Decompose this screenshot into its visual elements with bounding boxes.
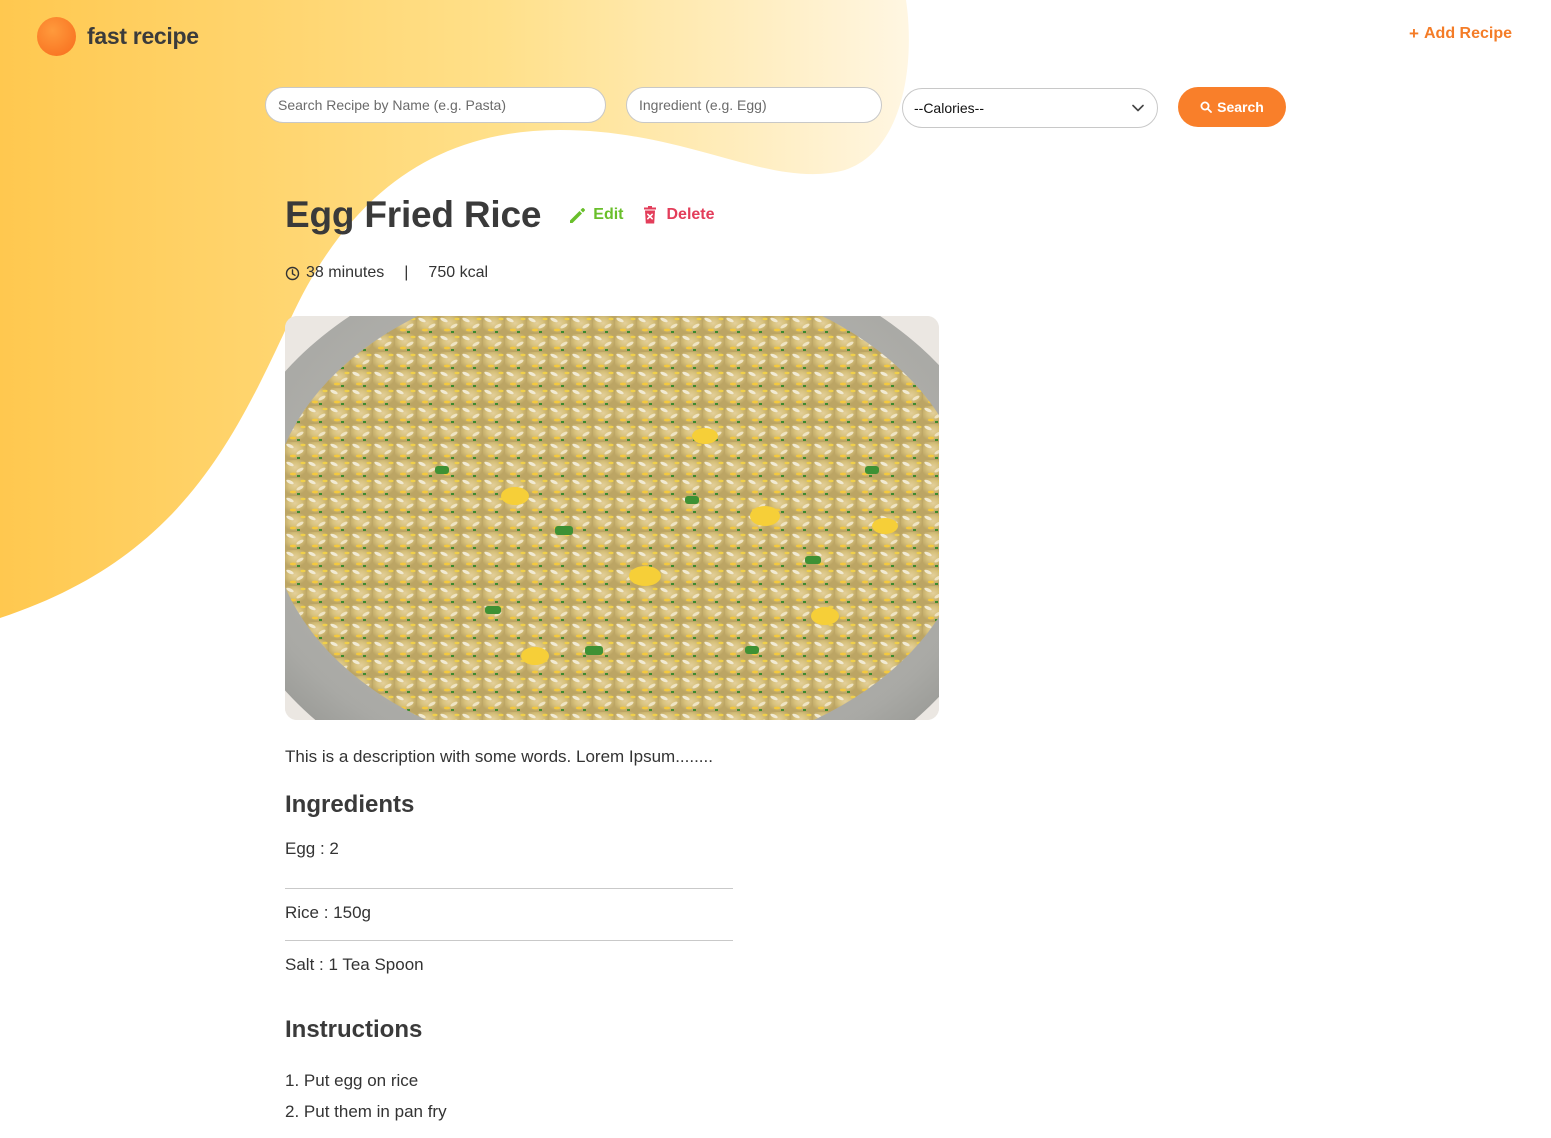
ingredients-heading: Ingredients [285, 791, 415, 818]
recipe-meta: 38 minutes | 750 kcal [285, 264, 945, 282]
chevron-down-icon [1132, 104, 1144, 112]
logo-text: fast recipe [87, 23, 199, 49]
recipe-page: fast recipe + Add Recipe --Calories-- Se… [0, 0, 1551, 1138]
logo[interactable]: fast recipe [37, 17, 199, 56]
add-recipe-link[interactable]: + Add Recipe [1409, 24, 1512, 44]
search-button[interactable]: Search [1178, 87, 1286, 127]
ingredients-list: Egg : 2 Rice : 150g Salt : 1 Tea Spoon [285, 837, 733, 993]
instruction-step: 2. Put them in pan fry [285, 1102, 447, 1121]
recipe-title: Egg Fried Rice [285, 194, 542, 235]
ingredient-item: Rice : 150g [285, 889, 733, 941]
recipe-description: This is a description with some words. L… [285, 747, 713, 766]
edit-label: Edit [593, 206, 624, 223]
plus-icon: + [1409, 24, 1419, 43]
calorie-count: 750 kcal [428, 264, 489, 281]
clock-icon [285, 266, 300, 280]
pencil-icon [570, 207, 586, 223]
title-row: Egg Fried Rice Edit Delete [285, 190, 945, 240]
trash-icon [644, 206, 657, 224]
add-recipe-label: Add Recipe [1423, 25, 1512, 42]
calories-select[interactable]: --Calories-- [902, 88, 1158, 128]
ingredient-item: Salt : 1 Tea Spoon [285, 955, 424, 974]
recipe-detail: Egg Fried Rice Edit Delete 38 minutes | … [285, 190, 945, 1133]
cook-time: 38 minutes [306, 264, 385, 281]
delete-button[interactable]: Delete [643, 206, 715, 224]
recipe-name-search-input[interactable] [265, 87, 606, 123]
search-icon [1200, 101, 1213, 113]
edit-button[interactable]: Edit [568, 206, 623, 225]
instructions-list: 1. Put egg on rice 2. Put them in pan fr… [285, 1071, 945, 1133]
instructions-heading: Instructions [285, 1016, 423, 1043]
meta-separator: | [404, 264, 409, 281]
search-button-label: Search [1217, 99, 1264, 115]
calories-select-value: --Calories-- [914, 100, 984, 116]
ingredient-item: Egg : 2 [285, 837, 733, 889]
fried-rice-image [285, 316, 939, 720]
instruction-step: 1. Put egg on rice [285, 1071, 419, 1090]
recipe-photo [285, 316, 939, 720]
ingredient-search-input[interactable] [626, 87, 882, 123]
delete-label: Delete [666, 206, 715, 223]
logo-icon [37, 17, 76, 56]
